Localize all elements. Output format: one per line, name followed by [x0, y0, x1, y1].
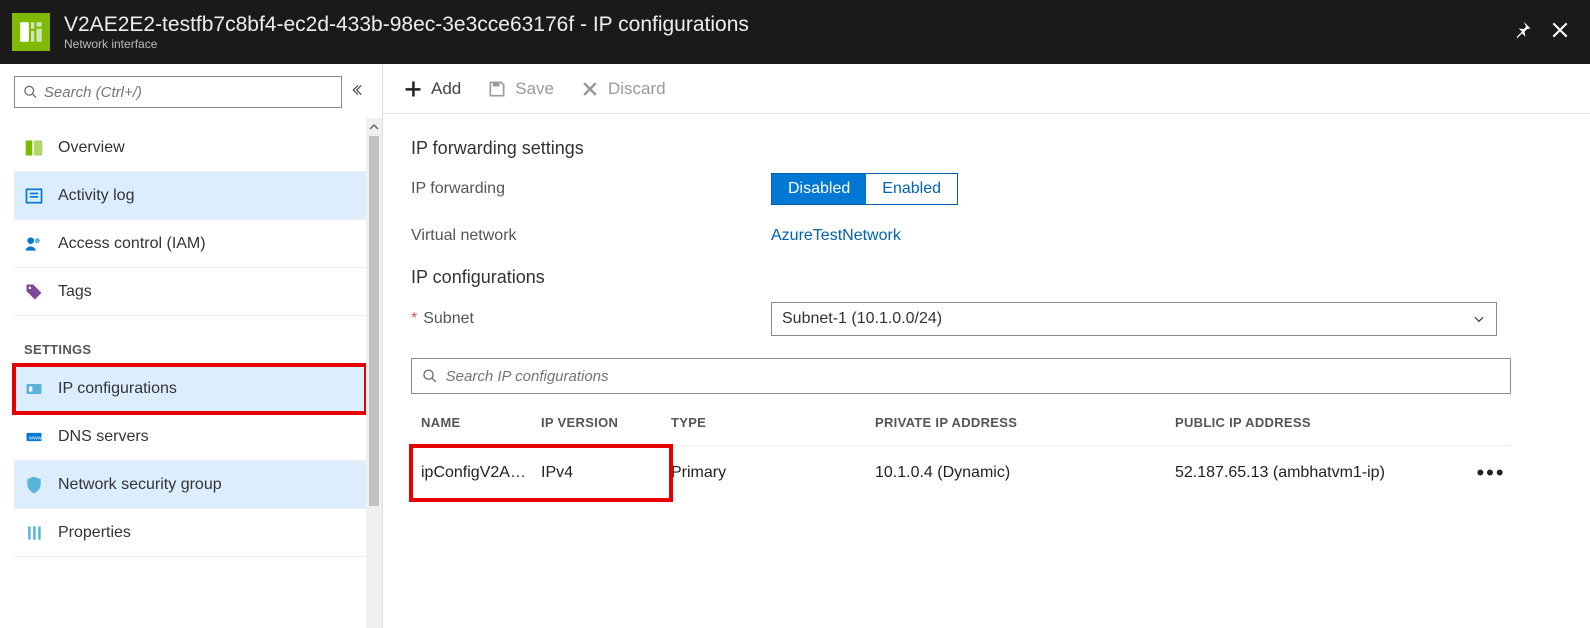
- cell-version: IPv4: [541, 464, 671, 482]
- virtual-network-label: Virtual network: [411, 227, 771, 245]
- ip-forwarding-label: IP forwarding: [411, 180, 771, 198]
- sidebar-item-label: DNS servers: [58, 428, 149, 446]
- properties-icon: [24, 523, 44, 543]
- sidebar-scrollbar[interactable]: [366, 118, 382, 628]
- table-header: NAME IP VERSION TYPE PRIVATE IP ADDRESS …: [411, 400, 1511, 446]
- nic-icon: [12, 13, 50, 51]
- table-row[interactable]: ipConfigV2A… IPv4 Primary 10.1.0.4 (Dyna…: [411, 446, 1511, 500]
- subnet-label: *Subnet: [411, 310, 771, 328]
- sidebar-item-label: Properties: [58, 524, 131, 542]
- sidebar: Overview Activity log Access control (IA…: [0, 64, 383, 628]
- ip-config-icon: [24, 379, 44, 399]
- discard-button: Discard: [580, 79, 666, 99]
- plus-icon: [403, 79, 423, 99]
- ip-forwarding-heading: IP forwarding settings: [411, 138, 1562, 159]
- sidebar-item-label: Overview: [58, 139, 125, 157]
- row-more-icon[interactable]: •••: [1471, 460, 1511, 486]
- sidebar-search-input[interactable]: [44, 84, 333, 101]
- add-button-label: Add: [431, 79, 461, 99]
- required-star: *: [411, 310, 417, 327]
- ip-config-table: NAME IP VERSION TYPE PRIVATE IP ADDRESS …: [411, 400, 1511, 500]
- chevron-down-icon: [1472, 312, 1486, 326]
- scrollbar-thumb[interactable]: [369, 136, 379, 506]
- col-name-header[interactable]: NAME: [411, 415, 541, 430]
- sidebar-item-iam[interactable]: Access control (IAM): [14, 220, 366, 268]
- col-type-header[interactable]: TYPE: [671, 415, 875, 430]
- col-private-header[interactable]: PRIVATE IP ADDRESS: [875, 415, 1175, 430]
- sidebar-item-dns-servers[interactable]: www DNS servers: [14, 413, 366, 461]
- toolbar: Add Save Discard: [383, 64, 1590, 114]
- sidebar-item-activity-log[interactable]: Activity log: [14, 172, 366, 220]
- subnet-select[interactable]: Subnet-1 (10.1.0.0/24): [771, 302, 1497, 336]
- sidebar-section-settings: SETTINGS: [14, 316, 366, 365]
- blade-subtitle: Network interface: [64, 37, 1512, 51]
- overview-icon: [24, 138, 44, 158]
- collapse-sidebar-icon[interactable]: [352, 82, 368, 103]
- ip-configurations-heading: IP configurations: [411, 267, 1562, 288]
- sidebar-item-tags[interactable]: Tags: [14, 268, 366, 316]
- iam-icon: [24, 234, 44, 254]
- ip-config-search[interactable]: [411, 358, 1511, 394]
- sidebar-item-overview[interactable]: Overview: [14, 124, 366, 172]
- discard-icon: [580, 79, 600, 99]
- shield-icon: [24, 475, 44, 495]
- cell-name: ipConfigV2A…: [411, 464, 541, 482]
- subnet-select-value: Subnet-1 (10.1.0.0/24): [782, 310, 942, 328]
- scroll-up-icon[interactable]: [366, 118, 382, 136]
- pin-icon[interactable]: [1512, 20, 1532, 45]
- sidebar-item-properties[interactable]: Properties: [14, 509, 366, 557]
- toggle-disabled[interactable]: Disabled: [772, 174, 866, 204]
- sidebar-item-ip-configurations[interactable]: IP configurations: [14, 365, 366, 413]
- cell-public: 52.187.65.13 (ambhatvm1-ip): [1175, 464, 1471, 482]
- sidebar-item-nsg[interactable]: Network security group: [14, 461, 366, 509]
- dns-icon: www: [24, 427, 44, 447]
- col-public-header[interactable]: PUBLIC IP ADDRESS: [1175, 415, 1471, 430]
- search-icon: [23, 84, 38, 100]
- save-button: Save: [487, 79, 554, 99]
- activity-log-icon: [24, 186, 44, 206]
- svg-text:www: www: [28, 435, 42, 441]
- cell-type: Primary: [671, 464, 875, 482]
- save-button-label: Save: [515, 79, 554, 99]
- sidebar-item-label: IP configurations: [58, 380, 177, 398]
- main-content: Add Save Discard IP forwarding settings …: [383, 64, 1590, 628]
- sidebar-item-label: Tags: [58, 283, 92, 301]
- toggle-enabled[interactable]: Enabled: [866, 174, 957, 204]
- virtual-network-link[interactable]: AzureTestNetwork: [771, 227, 901, 245]
- cell-private: 10.1.0.4 (Dynamic): [875, 464, 1175, 482]
- ip-config-search-input[interactable]: [446, 368, 1500, 385]
- sidebar-item-label: Network security group: [58, 476, 222, 494]
- sidebar-item-label: Activity log: [58, 187, 134, 205]
- tags-icon: [24, 282, 44, 302]
- add-button[interactable]: Add: [403, 79, 461, 99]
- sidebar-item-label: Access control (IAM): [58, 235, 206, 253]
- save-icon: [487, 79, 507, 99]
- discard-button-label: Discard: [608, 79, 666, 99]
- blade-header: V2AE2E2-testfb7c8bf4-ec2d-433b-98ec-3e3c…: [0, 0, 1590, 64]
- ip-forwarding-toggle[interactable]: Disabled Enabled: [771, 173, 958, 205]
- col-version-header[interactable]: IP VERSION: [541, 415, 671, 430]
- blade-title: V2AE2E2-testfb7c8bf4-ec2d-433b-98ec-3e3c…: [64, 13, 1512, 36]
- search-icon: [422, 368, 438, 384]
- close-icon[interactable]: [1550, 20, 1570, 45]
- sidebar-search[interactable]: [14, 76, 342, 108]
